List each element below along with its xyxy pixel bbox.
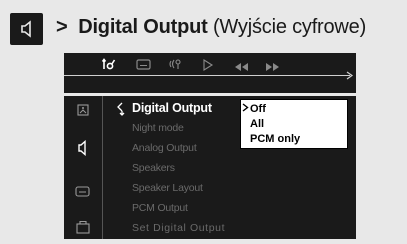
option-all[interactable]: All: [250, 117, 264, 131]
speaker-icon[interactable]: [73, 139, 93, 157]
title-arrow: >: [56, 16, 68, 38]
title-translation: (Wyjście cyfrowe): [212, 16, 367, 38]
menu-item-pcm-output[interactable]: PCM Output: [132, 198, 252, 218]
option-pcm-only[interactable]: PCM only: [250, 132, 300, 146]
menu-cursor-icon: [117, 102, 125, 116]
page-header: > Digital Output (Wyjście cyfrowe): [10, 10, 407, 46]
lock-icon[interactable]: [73, 220, 93, 234]
settings-tab-icon[interactable]: [101, 57, 118, 76]
option-off[interactable]: Off: [250, 102, 266, 116]
title-main: Digital Output: [78, 16, 208, 38]
menu-item-speaker-layout[interactable]: Speaker Layout: [132, 178, 252, 198]
options-dropdown: Off All PCM only: [240, 99, 348, 149]
settings-panel: Digital Output Night mode Analog Output …: [64, 96, 356, 239]
selected-option-marker-icon: [242, 103, 249, 112]
menu-item-set-digital-output[interactable]: Set Digital Output: [132, 218, 252, 238]
audio-icon[interactable]: [168, 57, 184, 76]
menu-item-night-mode[interactable]: Night mode: [132, 118, 252, 138]
divider-arrow-icon: [346, 71, 354, 80]
subtitle-icon[interactable]: [73, 186, 93, 200]
speaker-icon: [21, 20, 31, 38]
subtitle-icon[interactable]: [136, 58, 152, 76]
toolbar: [64, 53, 356, 93]
speaker-icon-box: [10, 13, 43, 45]
menu-item-digital-output[interactable]: Digital Output: [132, 98, 252, 118]
picture-icon[interactable]: [73, 104, 93, 118]
page-title: > Digital Output (Wyjście cyfrowe): [56, 16, 366, 39]
menu-item-speakers[interactable]: Speakers: [132, 158, 252, 178]
toolbar-divider: [64, 75, 350, 76]
menu-item-analog-output[interactable]: Analog Output: [132, 138, 252, 158]
sidebar: [64, 96, 103, 239]
settings-menu: Digital Output Night mode Analog Output …: [132, 98, 252, 238]
play-icon[interactable]: [202, 58, 214, 76]
